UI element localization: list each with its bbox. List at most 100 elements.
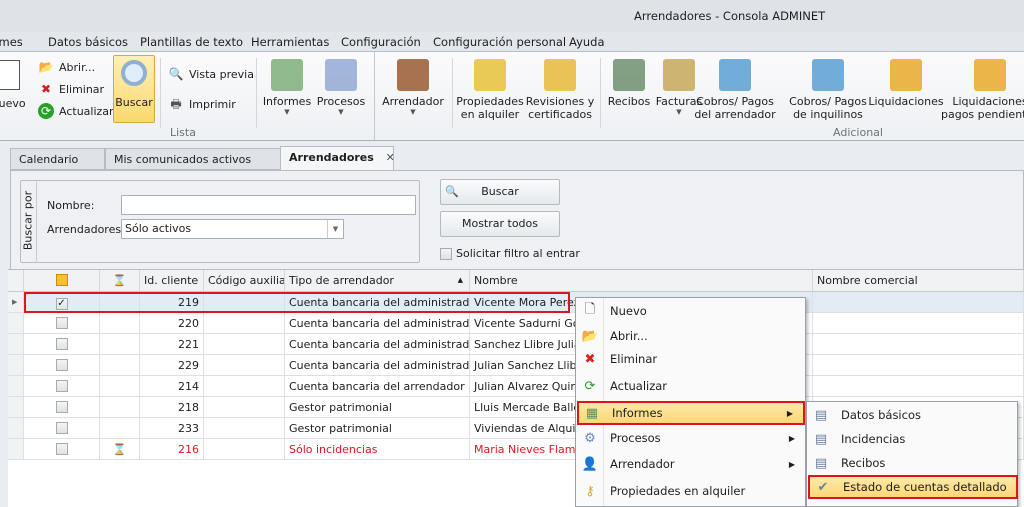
row-header[interactable] <box>8 439 24 460</box>
submenu-item-1[interactable]: ▤ Incidencias <box>808 427 1018 451</box>
table-row[interactable]: 229 Cuenta bancaria del administrador Juli… <box>8 355 1024 376</box>
bell-report-icon <box>544 59 576 91</box>
context-menu-item-abrir-[interactable]: 📂 Abrir... <box>577 324 805 348</box>
context-menu-item-propiedades-en-alquiler[interactable]: ⚷ Propiedades en alquiler <box>577 479 805 503</box>
tab-calendario[interactable]: Calendario <box>10 148 105 170</box>
pending-cell: ⌛ <box>100 439 140 460</box>
calculator-user-icon <box>812 59 844 91</box>
checkbox-cell[interactable] <box>24 313 100 334</box>
row-checkbox[interactable] <box>55 443 68 455</box>
checkbox-cell[interactable] <box>24 355 100 376</box>
table-row[interactable]: 214 Cuenta bancaria del arrendador Julian … <box>8 376 1024 397</box>
actualizar-button[interactable]: ⟳ Actualizar <box>38 103 114 119</box>
select-all-header[interactable] <box>24 270 100 292</box>
chevron-right-icon: ▶ <box>788 459 795 469</box>
id-cell: 219 <box>140 292 204 313</box>
ribbon-label-2: del arrendador <box>694 108 776 121</box>
row-header[interactable] <box>8 397 24 418</box>
buscar-ribbon-button[interactable]: Buscar <box>113 55 155 123</box>
context-menu-item-procesos[interactable]: ⚙ Procesos ▶ <box>577 426 805 450</box>
buscar-button[interactable]: 🔍 Buscar <box>440 179 560 205</box>
eliminar-label: Eliminar <box>59 82 105 96</box>
imprimir-button[interactable]: 🖶 Imprimir <box>168 96 236 112</box>
eliminar-button[interactable]: ✖ Eliminar <box>38 81 104 97</box>
table-row[interactable]: ▶ ✓ 219 Cuenta bancaria del administrador Vi… <box>8 292 1024 313</box>
menu-item-label: Arrendador <box>610 457 675 471</box>
arrendadores-select[interactable]: Sólo activos ▼ <box>121 219 344 239</box>
checkbox-cell[interactable] <box>24 334 100 355</box>
row-header[interactable] <box>8 418 24 439</box>
nuevo-button[interactable]: Nuevo <box>0 60 26 110</box>
certificate-icon: ✔ <box>817 479 829 495</box>
id-cell: 229 <box>140 355 204 376</box>
solicitar-filtro-checkbox[interactable]: Solicitar filtro al entrar <box>440 247 580 260</box>
menu-5[interactable]: Configuración personal <box>433 35 566 49</box>
context-menu-item-actualizar[interactable]: ⟳ Actualizar <box>577 374 805 398</box>
menu-1[interactable]: Datos básicos <box>48 35 128 49</box>
menu-item-label: Incidencias <box>841 432 906 446</box>
tab-arrendadores[interactable]: Arrendadores ✕ <box>280 146 395 170</box>
tab-mis-comunicados[interactable]: Mis comunicados activos <box>105 148 281 170</box>
row-header[interactable] <box>8 376 24 397</box>
row-header[interactable] <box>8 355 24 376</box>
column-header-nombre-comercial[interactable]: Nombre comercial <box>813 270 1024 292</box>
close-icon[interactable]: ✕ <box>386 151 395 164</box>
context-menu-item-informes[interactable]: ▦ Informes ▶ <box>577 401 805 425</box>
row-checkbox[interactable] <box>55 338 68 350</box>
submenu-item-0[interactable]: ▤ Datos básicos <box>808 403 1018 427</box>
menu-6[interactable]: Ayuda <box>569 35 605 49</box>
pending-cell <box>100 292 140 313</box>
key-icon <box>474 59 506 91</box>
column-label: Tipo de arrendador <box>289 274 394 287</box>
menu-item-label: Actualizar <box>610 379 668 393</box>
checkbox[interactable] <box>440 247 452 260</box>
checkbox-cell[interactable] <box>24 376 100 397</box>
buscar-label: Buscar <box>481 185 519 198</box>
codigo-cell <box>204 418 285 439</box>
chevron-right-icon: ▶ <box>788 433 795 443</box>
checkbox-cell[interactable] <box>24 418 100 439</box>
context-menu-item-eliminar[interactable]: ✖ Eliminar <box>577 347 805 371</box>
table-row[interactable]: 220 Cuenta bancaria del administrador Vice… <box>8 313 1024 334</box>
context-menu-item-nuevo[interactable]: 🗋 Nuevo <box>577 299 805 323</box>
gear-icon <box>325 59 357 91</box>
row-header[interactable] <box>8 313 24 334</box>
context-menu-item-arrendador[interactable]: 👤 Arrendador ▶ <box>577 452 805 476</box>
pending-column-header[interactable]: ⌛ <box>100 270 140 292</box>
tipo-cell: Sólo incidencias <box>285 439 470 460</box>
menu-3[interactable]: Herramientas <box>251 35 329 49</box>
chevron-down-icon[interactable]: ▼ <box>327 220 343 238</box>
menu-4[interactable]: Configuración <box>341 35 421 49</box>
row-header-corner <box>8 270 24 292</box>
checkbox-cell[interactable] <box>24 397 100 418</box>
ribbon-button-10[interactable]: Liquidacionespagos pendientes <box>940 59 1024 121</box>
select-all-checkbox[interactable] <box>55 274 68 286</box>
abrir-button[interactable]: 📂 Abrir... <box>38 59 96 75</box>
row-checkbox[interactable] <box>55 359 68 371</box>
nombre-input[interactable] <box>121 195 416 215</box>
submenu-item-2[interactable]: ▤ Recibos <box>808 451 1018 475</box>
menu-2[interactable]: Plantillas de texto <box>140 35 243 49</box>
checkbox-cell[interactable]: ✓ <box>24 292 100 313</box>
row-checkbox[interactable] <box>55 380 68 392</box>
mostrar-todos-button[interactable]: Mostrar todos <box>440 211 560 237</box>
row-checkbox[interactable] <box>55 422 68 434</box>
column-header-codigo[interactable]: Código auxiliar <box>204 270 285 292</box>
menu-0[interactable]: rmes <box>0 35 23 49</box>
chevron-right-icon: ▶ <box>786 408 793 418</box>
ribbon-button-7[interactable]: Cobros/ Pagos del arrendador <box>685 59 785 121</box>
table-row[interactable]: 221 Cuenta bancaria del administrador Sanc… <box>8 334 1024 355</box>
pending-cell <box>100 334 140 355</box>
column-header-tipo[interactable]: Tipo de arrendador ▲ <box>285 270 470 292</box>
column-header-nombre[interactable]: Nombre <box>470 270 813 292</box>
row-header[interactable]: ▶ <box>8 292 24 313</box>
column-header-id[interactable]: Id. cliente <box>140 270 204 292</box>
row-checkbox[interactable] <box>55 401 68 413</box>
checkbox-cell[interactable] <box>24 439 100 460</box>
menu-item-label: Procesos <box>610 431 661 445</box>
menu-item-label: Eliminar <box>610 352 658 366</box>
row-header[interactable] <box>8 334 24 355</box>
row-checkbox[interactable] <box>55 317 68 329</box>
row-checkbox[interactable]: ✓ <box>55 298 68 310</box>
submenu-item-3[interactable]: ✔ Estado de cuentas detallado <box>808 475 1018 499</box>
